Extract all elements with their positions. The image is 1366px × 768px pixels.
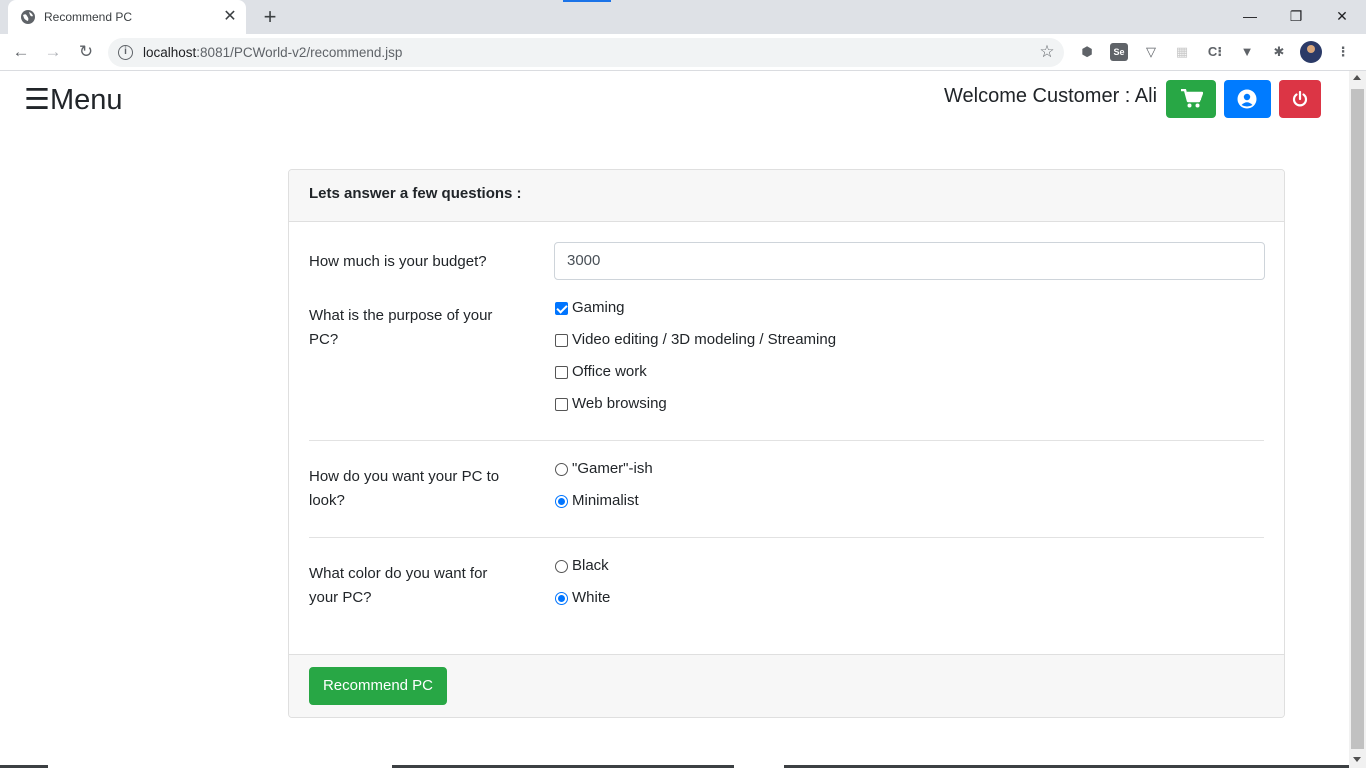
shield-icon[interactable]: ⬢ [1078, 43, 1096, 61]
option-label: "Gamer"-ish [572, 460, 653, 477]
user-circle-icon [1237, 89, 1257, 109]
tab-title: Recommend PC [44, 10, 133, 24]
card-footer: Recommend PC [289, 654, 1284, 717]
checkbox[interactable] [555, 334, 568, 347]
radio-button[interactable] [555, 495, 568, 508]
scroll-up-arrow-icon[interactable] [1353, 75, 1361, 80]
option-label: Minimalist [572, 492, 639, 509]
browser-tab-bar: Recommend PC ✕ + — ❐ ✕ [0, 0, 1366, 34]
checkbox[interactable] [555, 366, 568, 379]
menu-toggle[interactable]: ☰Menu [24, 83, 123, 117]
minimize-button[interactable]: — [1230, 4, 1270, 28]
tab-close-icon[interactable]: ✕ [220, 7, 240, 27]
option-label: White [572, 589, 611, 606]
more-menu-icon[interactable]: ⋮ [1334, 43, 1352, 61]
page-scrollbar[interactable] [1349, 71, 1366, 768]
code-icon[interactable]: C⁝ [1206, 43, 1224, 61]
budget-input[interactable]: 3000 [554, 242, 1265, 280]
cart-icon [1181, 89, 1203, 108]
page-content: ☰Menu Welcome Customer : Ali Lets answer… [0, 71, 1349, 768]
new-tab-button[interactable]: + [258, 6, 282, 30]
purpose-label: What is the purpose of your PC? [309, 307, 493, 348]
question-card: Lets answer a few questions : How much i… [288, 169, 1285, 718]
grid-icon[interactable]: ▦ [1173, 43, 1191, 61]
selenium-icon[interactable]: Se [1110, 43, 1128, 61]
bookmark-star-icon[interactable]: ☆ [1036, 41, 1058, 63]
logout-button[interactable] [1279, 80, 1321, 118]
browser-toolbar: ← → ↻ i localhost:8081/PCWorld-v2/recomm… [0, 34, 1366, 71]
welcome-text: Welcome Customer : Ali [944, 85, 1158, 107]
color-label: What color do you want for your PC? [309, 565, 488, 606]
divider [309, 440, 1264, 441]
radio-button[interactable] [555, 560, 568, 573]
divider [309, 537, 1264, 538]
url-host: localhost [143, 45, 197, 60]
vpn-icon[interactable]: ▽ [1142, 43, 1160, 61]
option-label: Black [572, 557, 609, 574]
power-icon [1292, 91, 1308, 107]
back-icon[interactable]: ← [9, 40, 33, 64]
look-label: How do you want your PC to look? [309, 468, 500, 509]
scrollbar-thumb[interactable] [1351, 89, 1364, 749]
scroll-down-arrow-icon[interactable] [1353, 757, 1361, 762]
checkbox[interactable] [555, 398, 568, 411]
browser-tab[interactable]: Recommend PC ✕ [8, 0, 246, 34]
profile-avatar[interactable] [1300, 41, 1322, 63]
option-label: Gaming [572, 299, 625, 316]
option-label: Video editing / 3D modeling / Streaming [572, 331, 837, 348]
checkbox[interactable] [555, 302, 568, 315]
budget-label: How much is your budget? [309, 253, 487, 270]
site-info-icon[interactable]: i [118, 45, 133, 60]
address-bar[interactable]: i localhost:8081/PCWorld-v2/recommend.js… [108, 38, 1064, 67]
restore-button[interactable]: ❐ [1276, 4, 1316, 28]
cart-button[interactable] [1166, 80, 1216, 118]
account-button[interactable] [1224, 80, 1271, 118]
radio-button[interactable] [555, 592, 568, 605]
tab-accent-line [563, 0, 611, 2]
url-text: localhost:8081/PCWorld-v2/recommend.jsp [143, 45, 402, 60]
recommend-pc-button[interactable]: Recommend PC [309, 667, 447, 705]
card-header: Lets answer a few questions : [289, 170, 1284, 222]
radio-button[interactable] [555, 463, 568, 476]
card-title: Lets answer a few questions : [309, 185, 522, 202]
puzzle-icon[interactable]: ✱ [1270, 43, 1288, 61]
option-label: Web browsing [572, 395, 667, 412]
forward-icon[interactable]: → [41, 40, 65, 64]
close-window-button[interactable]: ✕ [1322, 4, 1362, 28]
url-path: :8081/PCWorld-v2/recommend.jsp [196, 45, 403, 60]
reload-icon[interactable]: ↻ [74, 40, 98, 64]
option-label: Office work [572, 363, 647, 380]
globe-icon [21, 10, 35, 24]
v-icon[interactable]: ▼ [1238, 43, 1256, 61]
